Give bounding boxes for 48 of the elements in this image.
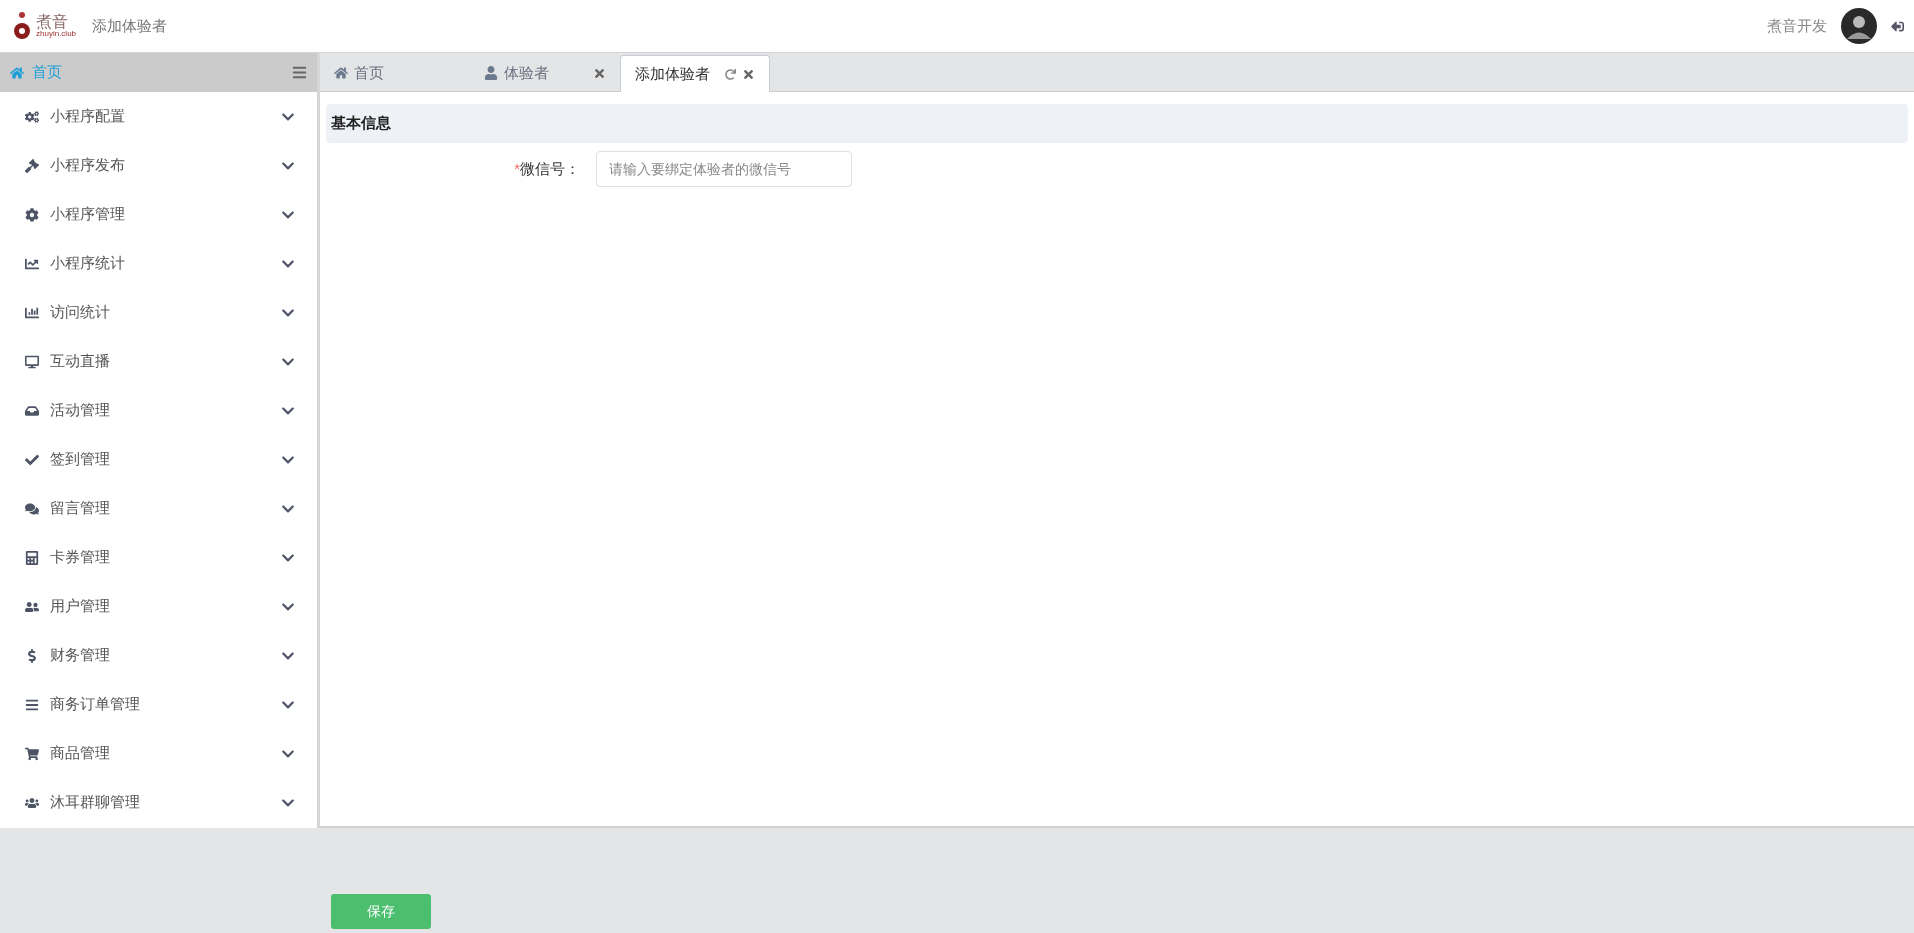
sidebar-item[interactable]: 小程序统计 <box>0 239 317 288</box>
sidebar-item[interactable]: 活动管理 <box>0 386 317 435</box>
chat-bubbles-icon <box>24 501 40 516</box>
menu-icon[interactable] <box>292 65 307 80</box>
sidebar-item[interactable]: 小程序发布 <box>0 141 317 190</box>
avatar[interactable] <box>1841 8 1877 44</box>
page-title: 添加体验者 <box>92 16 167 36</box>
logo-url: zhuyin.club <box>36 30 77 38</box>
tab[interactable]: 首页 <box>320 54 470 92</box>
tab[interactable]: 添加体验者 <box>620 55 770 92</box>
bar-chart-icon <box>24 305 40 320</box>
close-icon[interactable] <box>742 67 755 81</box>
sidebar-item[interactable]: 互动直播 <box>0 337 317 386</box>
field-label: *微信号： <box>513 159 580 179</box>
gears-icon <box>24 109 40 124</box>
sidebar-item[interactable]: 留言管理 <box>0 484 317 533</box>
gavel-icon <box>24 158 40 173</box>
sidebar-item[interactable]: 商务订单管理 <box>0 680 317 729</box>
logo-name: 煮音 <box>36 14 68 30</box>
section-title: 基本信息 <box>326 104 1908 143</box>
sidebar-item[interactable]: 商品管理 <box>0 729 317 778</box>
gear-icon <box>24 207 40 222</box>
list-icon <box>24 697 40 712</box>
check-icon <box>24 452 40 467</box>
tab[interactable]: 体验者 <box>470 54 620 92</box>
sidebar-item[interactable]: 卡券管理 <box>0 533 317 582</box>
group-icon <box>24 795 40 810</box>
inbox-icon <box>24 403 40 418</box>
refresh-icon[interactable] <box>725 68 736 80</box>
logout-icon[interactable] <box>1891 19 1904 33</box>
home-icon <box>334 66 348 80</box>
sidebar-item[interactable]: 小程序管理 <box>0 190 317 239</box>
calculator-icon <box>24 550 40 565</box>
users-icon <box>24 599 40 614</box>
user-name[interactable]: 煮音开发 <box>1767 16 1827 36</box>
sidebar-item[interactable]: 财务管理 <box>0 631 317 680</box>
close-icon[interactable] <box>593 66 606 80</box>
sidebar-item[interactable]: 小程序配置 <box>0 92 317 141</box>
user-icon <box>484 66 498 80</box>
sidebar-item[interactable]: 访问统计 <box>0 288 317 337</box>
line-chart-icon <box>24 256 40 271</box>
sidebar-item[interactable]: 沐耳群聊管理 <box>0 778 317 827</box>
sidebar-item[interactable]: 用户管理 <box>0 582 317 631</box>
monitor-icon <box>24 354 40 369</box>
sidebar-item[interactable]: 签到管理 <box>0 435 317 484</box>
input-field[interactable]: 请输入要绑定体验者的微信号 <box>596 151 852 187</box>
cart-icon <box>24 746 40 761</box>
home-icon <box>10 65 24 80</box>
